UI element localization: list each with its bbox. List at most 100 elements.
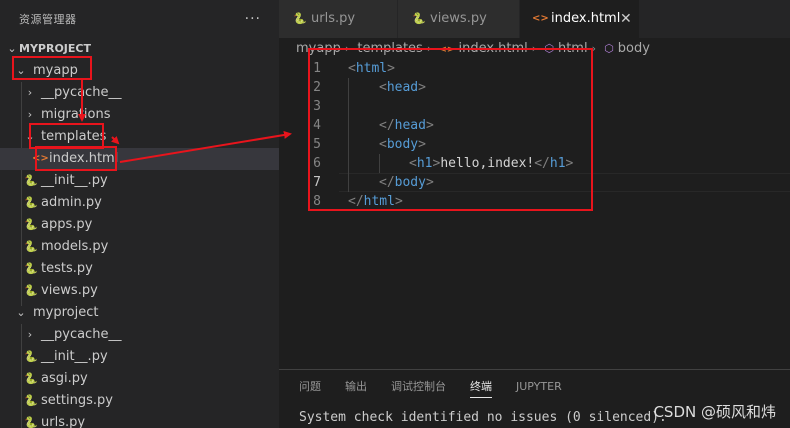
line-number: 8 [313,194,321,209]
tree-file-index-html[interactable]: <> index.html [0,148,279,170]
chevron-down-icon: ⌄ [25,130,35,143]
tab-label: index.html [551,11,621,26]
breadcrumb-item[interactable]: body [618,41,650,56]
tab-debug-console[interactable]: 调试控制台 [391,370,446,404]
python-file-icon: 🐍 [24,240,38,253]
tab-index-html[interactable]: <> index.html ✕ [520,0,640,38]
tree-item-label: migrations [41,107,111,122]
explorer-header: 资源管理器 ··· [0,0,279,38]
tree-root-myproject[interactable]: ⌄ MYPROJECT [0,38,279,60]
element-symbol-icon: ⬡ [604,42,614,55]
code-line: <html> [348,61,395,76]
tree-folder-myproject[interactable]: ⌄ myproject [0,302,279,324]
code-line: <body> [379,137,426,152]
tab-urls-py[interactable]: 🐍 urls.py [279,0,398,38]
breadcrumb-item[interactable]: templates [357,41,422,56]
python-file-icon: 🐍 [24,416,38,428]
line-number: 4 [313,118,321,133]
chevron-right-icon: › [27,108,33,121]
tab-label: views.py [430,11,487,26]
tree-item-label: templates [41,129,107,144]
tree-item-label: __init__.py [41,349,108,364]
explorer-title: 资源管理器 [19,13,77,26]
tree-item-label: views.py [41,283,98,298]
html-file-icon: <> [439,45,455,55]
code-line: </head> [379,118,434,133]
tree-item-label: myproject [33,305,99,320]
chevron-right-icon: › [27,86,33,99]
close-icon[interactable]: ✕ [620,0,632,38]
chevron-right-icon: › [591,42,596,55]
tree-item-label: asgi.py [41,371,88,386]
python-file-icon: 🐍 [24,394,38,407]
tree-file-views-py[interactable]: 🐍 views.py [0,280,279,302]
watermark: CSDN @硕风和炜 [653,403,776,421]
html-file-icon: <> [32,153,49,164]
tree-folder-pycache[interactable]: › __pycache__ [0,324,279,346]
line-number: 2 [313,80,321,95]
tree-file-tests-py[interactable]: 🐍 tests.py [0,258,279,280]
chevron-right-icon: › [426,42,432,55]
code-line: </body> [379,175,434,190]
tree-file-settings-py[interactable]: 🐍 settings.py [0,390,279,412]
tree-item-label: __pycache__ [41,85,122,100]
tab-output[interactable]: 输出 [345,370,367,404]
python-file-icon: 🐍 [24,218,38,231]
tree-item-label: index.html [49,151,119,166]
indent-guide [348,78,349,192]
breadcrumb-item[interactable]: index.html [458,41,527,56]
python-file-icon: 🐍 [24,262,38,275]
chevron-down-icon: ⌄ [16,64,26,77]
bottom-panel: 问题 输出 调试控制台 终端 JUPYTER System check iden… [279,369,790,428]
line-number: 5 [313,137,321,152]
more-actions-icon[interactable]: ··· [245,11,261,27]
python-file-icon: 🐍 [24,284,38,297]
breadcrumb-item[interactable]: html [558,41,588,56]
python-file-icon: 🐍 [24,372,38,385]
tab-terminal[interactable]: 终端 [470,370,492,398]
tab-jupyter[interactable]: JUPYTER [516,370,562,404]
python-file-icon: 🐍 [24,196,38,209]
breadcrumb-item[interactable]: myapp [296,41,341,56]
tree-item-label: settings.py [41,393,113,408]
tree-item-label: __init__.py [41,173,108,188]
indent-guide [379,154,380,173]
tree-file-init-py[interactable]: 🐍 __init__.py [0,170,279,192]
tree-item-label: MYPROJECT [19,42,91,55]
code-editor[interactable]: 1 2 3 4 5 6 7 8 <html> <head> </head> <b… [279,59,790,369]
tree-file-init-py[interactable]: 🐍 __init__.py [0,346,279,368]
terminal-output[interactable]: System check identified no issues (0 sil… [299,410,667,425]
line-number: 7 [313,175,321,190]
tree-item-label: models.py [41,239,109,254]
chevron-down-icon: ⌄ [16,306,26,319]
html-file-icon: <> [532,13,549,24]
tree-folder-pycache[interactable]: › __pycache__ [0,82,279,104]
tree-item-label: apps.py [41,217,93,232]
tree-item-label: __pycache__ [41,327,122,342]
python-file-icon: 🐍 [293,12,307,25]
chevron-right-icon: › [531,42,537,55]
line-number: 6 [313,156,321,171]
tree-folder-templates[interactable]: ⌄ templates [0,126,279,148]
python-file-icon: 🐍 [24,350,38,363]
tree-folder-myapp[interactable]: ⌄ myapp [0,60,279,82]
line-number: 1 [313,61,321,76]
editor-tab-bar: 🐍 urls.py 🐍 views.py <> index.html ✕ [279,0,790,38]
tree-item-label: admin.py [41,195,102,210]
tree-file-asgi-py[interactable]: 🐍 asgi.py [0,368,279,390]
python-file-icon: 🐍 [24,174,38,187]
tree-folder-migrations[interactable]: › migrations [0,104,279,126]
tab-problems[interactable]: 问题 [299,370,321,404]
tree-file-admin-py[interactable]: 🐍 admin.py [0,192,279,214]
code-line: </html> [348,194,403,209]
tree-item-label: urls.py [41,415,86,428]
tree-file-urls-py[interactable]: 🐍 urls.py [0,412,279,428]
tree-file-apps-py[interactable]: 🐍 apps.py [0,214,279,236]
explorer-sidebar: 资源管理器 ··· ⌄ MYPROJECT ⌄ myapp › __pycach… [0,0,279,428]
chevron-down-icon: ⌄ [7,42,17,55]
tab-views-py[interactable]: 🐍 views.py [398,0,520,38]
tree-file-models-py[interactable]: 🐍 models.py [0,236,279,258]
chevron-right-icon: › [344,42,350,55]
tree-item-label: tests.py [41,261,93,276]
tab-label: urls.py [311,11,356,26]
